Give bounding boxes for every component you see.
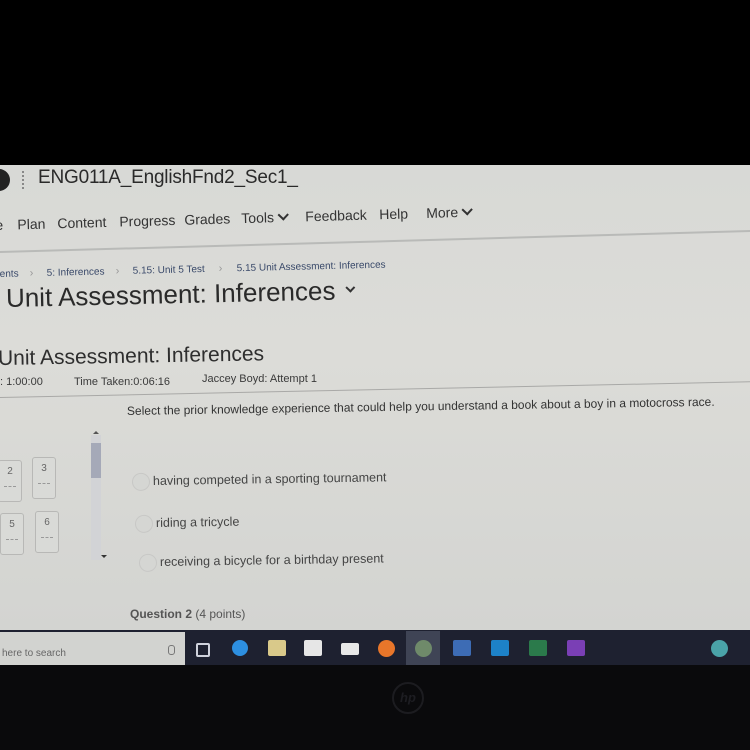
radio-button[interactable] [138,553,158,572]
question-nav-card[interactable]: 2 [0,460,22,502]
mail-icon[interactable] [341,643,359,655]
scroll-up-arrow-icon[interactable] [93,431,99,434]
breadcrumb-chevron-icon: › [218,262,223,275]
breadcrumb-item[interactable]: 5.15: Unit 5 Test [133,264,205,277]
nav-item-tools[interactable]: Tools [241,209,289,227]
question-nav-card[interactable]: 5 [0,513,24,555]
nav-item-more[interactable]: More [425,204,473,221]
question-nav-card[interactable]: 3 [32,457,56,499]
chrome-icon[interactable] [415,640,432,657]
question-2-label: Question 2 [130,607,193,621]
nav-item-more-label: More [425,204,459,221]
chevron-down-icon [277,209,289,221]
breadcrumb-chevron-icon: › [115,265,120,278]
question-nav-number: 3 [41,463,47,474]
chevron-down-icon [345,282,356,293]
browser-screen: ENG011A_EnglishFnd2_Sec1_ e Plan Content… [0,165,750,630]
microphone-icon[interactable] [168,645,175,655]
attempt-info: Jaccey Boyd: Attempt 1 [202,373,317,385]
hp-logo: hp [392,682,424,714]
nav-item-tools-label: Tools [241,209,275,227]
outlook-icon[interactable] [491,640,509,656]
time-taken: Time Taken:0:06:16 [74,376,171,388]
scrollbar-thumb[interactable] [91,443,101,478]
answer-option-label: riding a tricycle [155,514,240,530]
breadcrumb-chevron-icon: › [29,267,34,280]
course-title[interactable]: ENG011A_EnglishFnd2_Sec1_ [38,167,298,189]
answer-option[interactable]: having competed in a sporting tournament [131,469,387,491]
question-nav-status [41,537,53,538]
radio-button[interactable] [131,472,151,491]
page-title-text: Unit Assessment: Inferences [5,275,336,313]
laptop-bezel [0,665,750,750]
org-logo-icon[interactable] [0,169,10,191]
store-icon[interactable] [304,640,322,656]
nav-item-grades[interactable]: Grades [184,210,230,227]
question-nav-status [6,539,18,540]
question-nav-number: 5 [9,519,15,530]
answer-option[interactable]: riding a tricycle [134,513,240,533]
nav-item-home[interactable]: e [0,217,3,233]
nav-item-feedback[interactable]: Feedback [305,207,367,225]
nav-item-plan[interactable]: Plan [17,216,45,233]
question-nav-number: 2 [7,466,13,477]
breadcrumb-item[interactable]: 5: Inferences [47,266,105,278]
nav-item-progress[interactable]: Progress [119,212,175,230]
question-2-header: Question 2 (4 points) [130,607,245,621]
question-nav-status [38,483,50,484]
excel-icon[interactable] [529,640,547,656]
question-text: Select the prior knowledge experience th… [126,394,715,418]
edge-icon[interactable] [232,640,248,656]
nav-item-help[interactable]: Help [379,205,408,222]
radio-button[interactable] [134,514,154,533]
question-2-points: (4 points) [195,607,246,621]
firefox-icon[interactable] [378,640,395,657]
task-view-icon[interactable] [196,643,210,657]
power-automate-icon[interactable] [567,640,585,656]
time-limit: : 1:00:00 [0,376,43,388]
word-icon[interactable] [453,640,471,656]
breadcrumb-item[interactable]: ents [0,269,19,280]
nav-item-content[interactable]: Content [57,214,106,231]
help-icon[interactable] [711,640,728,657]
chevron-down-icon [461,204,473,216]
breadcrumb-current: 5.15 Unit Assessment: Inferences [236,259,386,275]
quiz-title: Unit Assessment: Inferences [0,342,265,370]
title-separator [22,171,24,189]
file-explorer-icon[interactable] [268,640,286,656]
page-title[interactable]: Unit Assessment: Inferences [5,275,356,314]
answer-option[interactable]: receiving a bicycle for a birthday prese… [138,550,384,572]
scroll-down-arrow-icon[interactable] [101,555,107,558]
question-nav-status [4,486,16,487]
answer-option-label: having competed in a sporting tournament [152,470,387,488]
taskbar-search-placeholder: here to search [2,648,66,659]
answer-option-label: receiving a bicycle for a birthday prese… [159,551,384,569]
question-nav-number: 6 [44,517,50,528]
question-nav-card[interactable]: 6 [35,511,59,553]
